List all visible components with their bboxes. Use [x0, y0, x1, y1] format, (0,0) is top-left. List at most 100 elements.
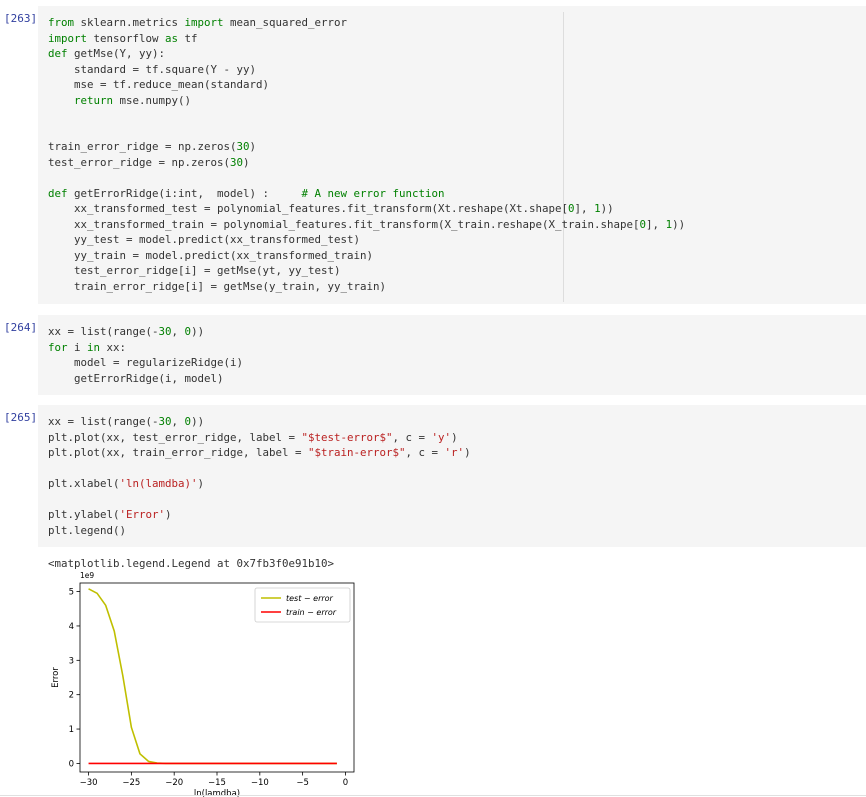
page-bottom-border	[0, 795, 866, 796]
y-tick-label: 2	[69, 691, 74, 701]
code-token: xx_transformed_train = polynomial_featur…	[48, 217, 640, 231]
code-token: xx = list(range(-	[48, 325, 159, 338]
code-token: sklearn.metrics	[74, 16, 185, 29]
code-token: import	[48, 31, 88, 45]
code-token: yy_train = model.predict(xx_transformed_…	[48, 248, 374, 262]
code-token: )	[464, 446, 471, 459]
code-token: ))	[600, 202, 614, 215]
code-line: from sklearn.metrics import mean_squared…	[48, 15, 685, 31]
code-line: train_error_ridge[i] = getMse(y_train, y…	[48, 279, 685, 295]
code-token: for	[48, 340, 68, 354]
x-tick-label: −15	[208, 778, 226, 788]
code-token: mse.numpy()	[113, 93, 192, 107]
code-lines: xx = list(range(-30, 0)) for i in xx: mod…	[48, 324, 243, 386]
code-token: mean_squared_error	[223, 16, 348, 29]
code-line: model = regularizeRidge(i)	[48, 355, 243, 371]
code-token: , c =	[405, 446, 445, 459]
code-token: as	[165, 31, 179, 45]
y-tick-label: 1	[69, 725, 74, 735]
code-token: getErrorRidge(i:int, model) :	[67, 186, 302, 200]
code-token: )	[249, 140, 257, 153]
code-token: 'y'	[431, 430, 452, 444]
code-token: test_error_ridge = np.zeros(	[48, 155, 231, 169]
code-line: plt.xlabel('ln(lamdba)')	[48, 476, 471, 492]
y-tick-label: 0	[69, 759, 74, 769]
y-offset-text: 1e9	[80, 571, 94, 580]
x-tick-label: −25	[122, 778, 140, 788]
code-line: xx = list(range(-30, 0))	[48, 414, 471, 430]
code-cell-264[interactable]: [264] xx = list(range(-30, 0)) for i in x…	[0, 315, 866, 395]
code-token: return	[74, 93, 114, 107]
code-token: plt.legend()	[48, 523, 127, 537]
code-line: xx = list(range(-30, 0))	[48, 324, 243, 340]
code-line: yy_train = model.predict(xx_transformed_…	[48, 248, 685, 264]
code-token: getErrorRidge(i, model)	[48, 371, 224, 385]
x-tick-label: −10	[251, 778, 269, 788]
legend-label: test − error	[286, 594, 334, 603]
code-token: train_error_ridge[i] = getMse(y_train, y…	[48, 279, 387, 293]
code-token: 'Error'	[119, 508, 166, 521]
code-line: xx_transformed_test = polynomial_feature…	[48, 201, 685, 217]
cell-prompt: [263]	[4, 12, 38, 25]
code-token: plt.ylabel(	[48, 508, 120, 521]
code-token: )	[165, 508, 172, 521]
code-line: yy_test = model.predict(xx_transformed_t…	[48, 232, 685, 248]
code-lines: xx = list(range(-30, 0)) plt.plot(xx, tes…	[48, 414, 471, 538]
code-line: mse = tf.reduce_mean(standard)	[48, 77, 685, 93]
code-token: i	[67, 340, 88, 354]
code-line: plt.ylabel('Error')	[48, 507, 471, 523]
code-token: ))	[672, 217, 686, 231]
code-token: )	[197, 477, 205, 490]
code-token: tf	[178, 31, 198, 45]
code-line: xx_transformed_train = polynomial_featur…	[48, 217, 685, 233]
code-token: from	[48, 16, 75, 29]
y-tick-label: 4	[69, 622, 74, 632]
code-token: 30	[158, 325, 172, 338]
x-tick-label: −30	[80, 778, 98, 788]
code-token: 'ln(lamdba)'	[119, 477, 198, 490]
code-line: import tensorflow as tf	[48, 31, 685, 47]
code-line: getErrorRidge(i, model)	[48, 371, 243, 387]
code-token: plt.plot(xx, test_error_ridge, label =	[48, 430, 302, 444]
code-line: test_error_ridge = np.zeros(30)	[48, 155, 685, 171]
code-line: return mse.numpy()	[48, 93, 685, 109]
code-token: xx_transformed_test = polynomial_feature…	[48, 202, 569, 215]
code-token: def	[48, 186, 68, 200]
code-token: train_error_ridge = np.zeros(	[48, 140, 237, 153]
code-token: xx:	[100, 340, 127, 354]
code-token: plt.plot(xx, train_error_ridge, label =	[48, 446, 309, 459]
x-tick-label: 0	[343, 778, 348, 788]
code-line: def getErrorRidge(i:int, model) : # A ne…	[48, 186, 685, 202]
x-tick-label: −5	[296, 778, 309, 788]
code-token: plt.xlabel(	[48, 477, 120, 490]
y-tick-label: 3	[69, 656, 74, 666]
code-token: ,	[171, 415, 185, 428]
code-line: for i in xx:	[48, 340, 243, 356]
code-token: ))	[191, 325, 205, 338]
code-lines: from sklearn.metrics import mean_squared…	[48, 15, 685, 294]
y-axis-label: Error	[51, 667, 61, 688]
code-token: )	[451, 430, 458, 444]
code-cell-263[interactable]: [263] from sklearn.metrics import mean_s…	[0, 6, 866, 304]
code-token: yy_test = model.predict(xx_transformed_t…	[48, 233, 361, 246]
code-token: 30	[230, 155, 244, 169]
code-token: ],	[646, 217, 666, 231]
code-line: def getMse(Y, yy):	[48, 46, 685, 62]
code-token: standard = tf.square(Y - yy)	[48, 62, 257, 76]
output-chart: −30 −25 −20 −15 −10 −5 00123451e9ln(lamdba)Err…	[51, 571, 355, 797]
code-line: standard = tf.square(Y - yy)	[48, 62, 685, 78]
y-tick-label: 5	[69, 588, 74, 598]
code-token: # A new error function	[301, 186, 445, 200]
code-cell-265[interactable]: [265] xx = list(range(-30, 0)) plt.plot(x…	[0, 405, 866, 547]
code-token: , c =	[392, 430, 432, 444]
code-token: getMse(Y, yy):	[67, 47, 166, 60]
code-line: plt.legend()	[48, 523, 471, 539]
code-token: mse = tf.reduce_mean(standard)	[48, 78, 270, 91]
code-token: 30	[158, 415, 172, 428]
